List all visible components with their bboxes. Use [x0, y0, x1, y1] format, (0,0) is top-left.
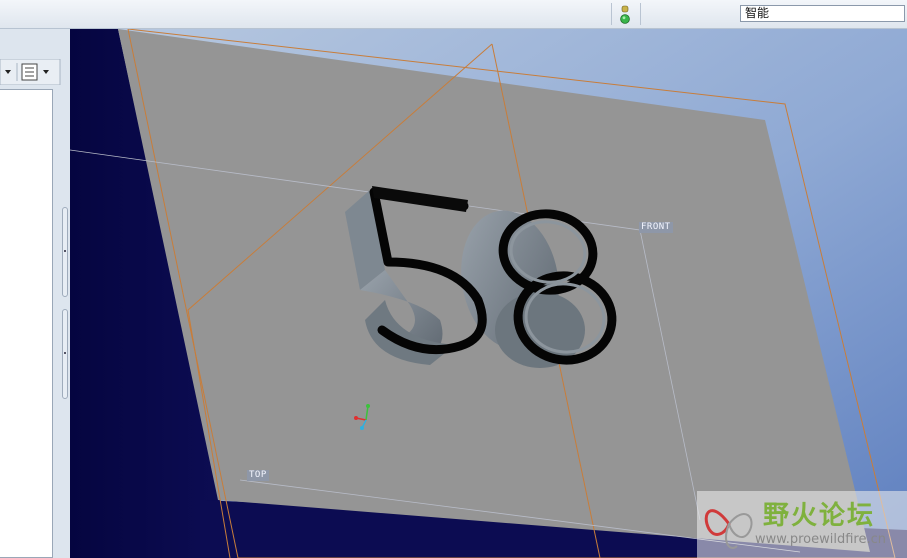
- model-tree[interactable]: [0, 89, 53, 558]
- watermark-url: www.proewildfire.cn: [755, 532, 886, 547]
- toolbar-separator: [640, 3, 641, 25]
- watermark: 野火论坛 www.proewildfire.cn: [697, 491, 907, 558]
- butterfly-logo-icon: [704, 509, 753, 549]
- watermark-title: 野火论坛: [763, 501, 876, 531]
- model-tree-panel: [0, 29, 71, 558]
- graphics-viewport[interactable]: [70, 29, 907, 558]
- panel-tab-bar: [0, 59, 61, 85]
- datum-label-front[interactable]: FRONT: [639, 222, 673, 233]
- model-scene: [70, 29, 907, 558]
- panel-resize-grip[interactable]: [62, 309, 68, 399]
- datum-label-top[interactable]: TOP: [247, 470, 269, 481]
- panel-resize-grip[interactable]: [62, 207, 68, 297]
- selection-filter-dropdown[interactable]: 智能: [740, 5, 905, 22]
- top-toolbar: 智能: [0, 0, 907, 29]
- toolbar-separator: [611, 3, 612, 25]
- traffic-light-icon[interactable]: [619, 5, 631, 25]
